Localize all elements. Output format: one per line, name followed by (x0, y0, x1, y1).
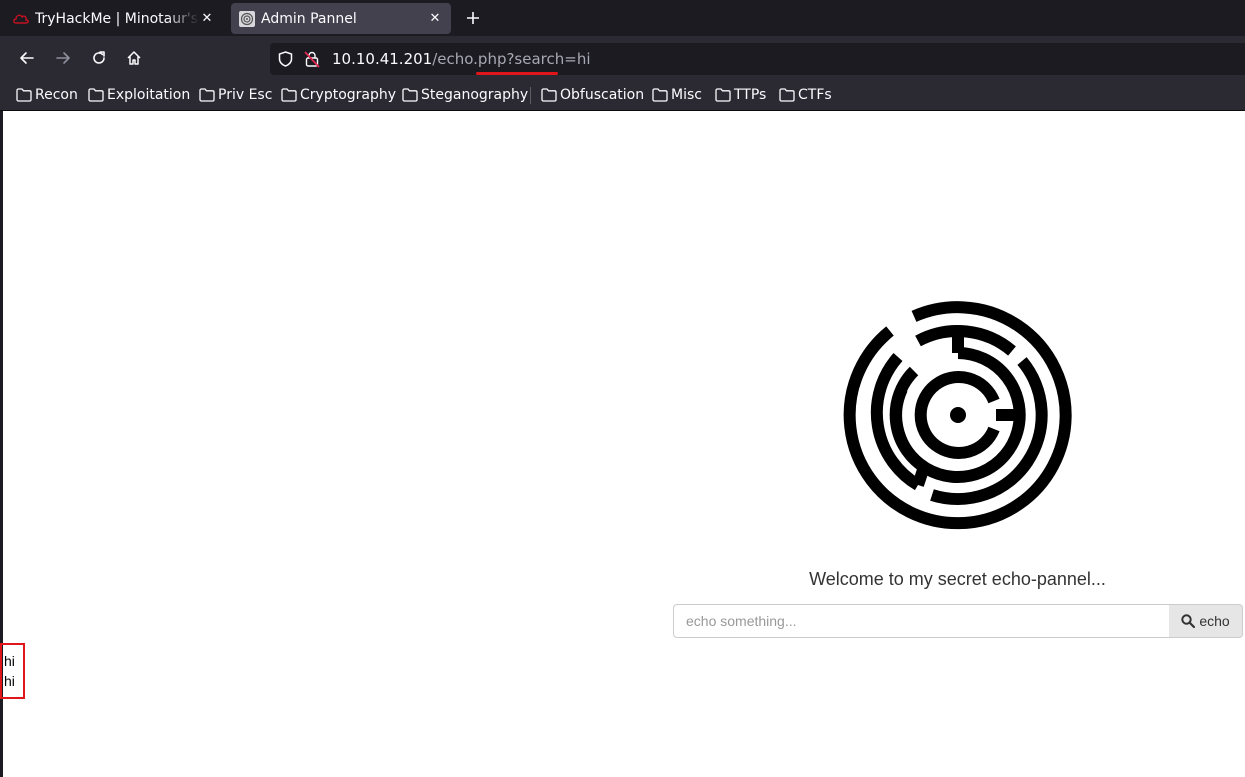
tab-title: Admin Pannel (261, 10, 357, 27)
folder-icon (715, 88, 731, 102)
reload-icon (93, 51, 105, 64)
tryhackme-icon (13, 11, 29, 27)
bookmark-folder-ctfs[interactable]: CTFs (779, 80, 832, 110)
folder-icon (541, 88, 557, 102)
bookmark-folder-misc[interactable]: Misc (652, 80, 702, 110)
reload-button[interactable] (85, 44, 113, 72)
url-path: /echo.php?search=hi (432, 50, 591, 68)
bookmarks-toolbar: Recon Exploitation Priv Esc Cryptography… (0, 80, 1245, 111)
echo-output-line: hi (4, 673, 15, 689)
folder-icon (652, 88, 668, 102)
bookmark-label: Misc (671, 87, 702, 103)
plus-icon (467, 12, 479, 24)
folder-icon (88, 88, 104, 102)
annotation-underline (476, 72, 558, 75)
arrow-right-icon (56, 52, 70, 64)
bookmark-label: CTFs (798, 87, 832, 103)
folder-icon (281, 88, 297, 102)
tab-strip: TryHackMe | Minotaur's Labyrinth ✕ Admin… (0, 0, 1245, 36)
bookmark-folder-ttps[interactable]: TTPs (715, 80, 766, 110)
folder-icon (16, 88, 32, 102)
tab-admin-pannel[interactable]: Admin Pannel ✕ (231, 3, 451, 34)
bookmark-label: Steganography (421, 87, 529, 103)
bookmark-folder-obfuscation[interactable]: Obfuscation (541, 80, 644, 110)
bookmark-label: TTPs (734, 87, 767, 103)
close-icon[interactable]: ✕ (427, 11, 443, 27)
bookmark-folder-cryptography[interactable]: Cryptography (281, 80, 396, 110)
url-text[interactable]: 10.10.41.201/echo.php?search=hi (332, 43, 591, 75)
labyrinth-logo (843, 301, 1072, 530)
bookmark-label: Cryptography (300, 87, 397, 103)
bookmark-folder-exploitation[interactable]: Exploitation (88, 80, 190, 110)
bookmark-label: Obfuscation (560, 87, 645, 103)
bookmark-label: Exploitation (107, 87, 191, 103)
globe-icon (239, 10, 255, 27)
insecure-lock-icon[interactable] (304, 50, 320, 72)
echo-output: hi hi (0, 643, 25, 699)
bookmark-folder-priv-esc[interactable]: Priv Esc (199, 80, 272, 110)
folder-icon (402, 88, 418, 102)
welcome-heading: Welcome to my secret echo-pannel... (809, 569, 1106, 589)
folder-icon (199, 88, 215, 102)
forward-button[interactable] (49, 44, 77, 72)
tab-title: TryHackMe | Minotaur's Labyrinth (35, 10, 199, 27)
navigation-toolbar: 10.10.41.201/echo.php?search=hi (0, 36, 1245, 80)
bookmark-label: Priv Esc (218, 87, 273, 103)
new-tab-button[interactable] (462, 7, 484, 29)
echo-button[interactable]: echo (1169, 604, 1243, 638)
arrow-left-icon (20, 52, 34, 64)
bookmarks-separator (530, 87, 531, 104)
home-icon (127, 51, 141, 65)
close-icon[interactable]: ✕ (199, 11, 215, 27)
page-content: Welcome to my secret echo-pannel... echo… (0, 111, 1245, 777)
echo-button-label: echo (1199, 613, 1230, 629)
echo-output-line: hi (4, 653, 15, 669)
bookmark-folder-steganography[interactable]: Steganography (402, 80, 528, 110)
bookmark-label: Recon (35, 87, 78, 103)
bookmark-folder-recon[interactable]: Recon (16, 80, 78, 110)
url-host: 10.10.41.201 (332, 50, 433, 68)
echo-input[interactable] (673, 604, 1170, 638)
folder-icon (779, 88, 795, 102)
search-icon (1181, 614, 1196, 628)
home-button[interactable] (120, 44, 148, 72)
back-button[interactable] (13, 44, 41, 72)
address-bar[interactable]: 10.10.41.201/echo.php?search=hi (270, 43, 1245, 75)
shield-icon[interactable] (278, 51, 293, 71)
tab-tryhackme[interactable]: TryHackMe | Minotaur's Labyrinth ✕ (5, 3, 223, 34)
